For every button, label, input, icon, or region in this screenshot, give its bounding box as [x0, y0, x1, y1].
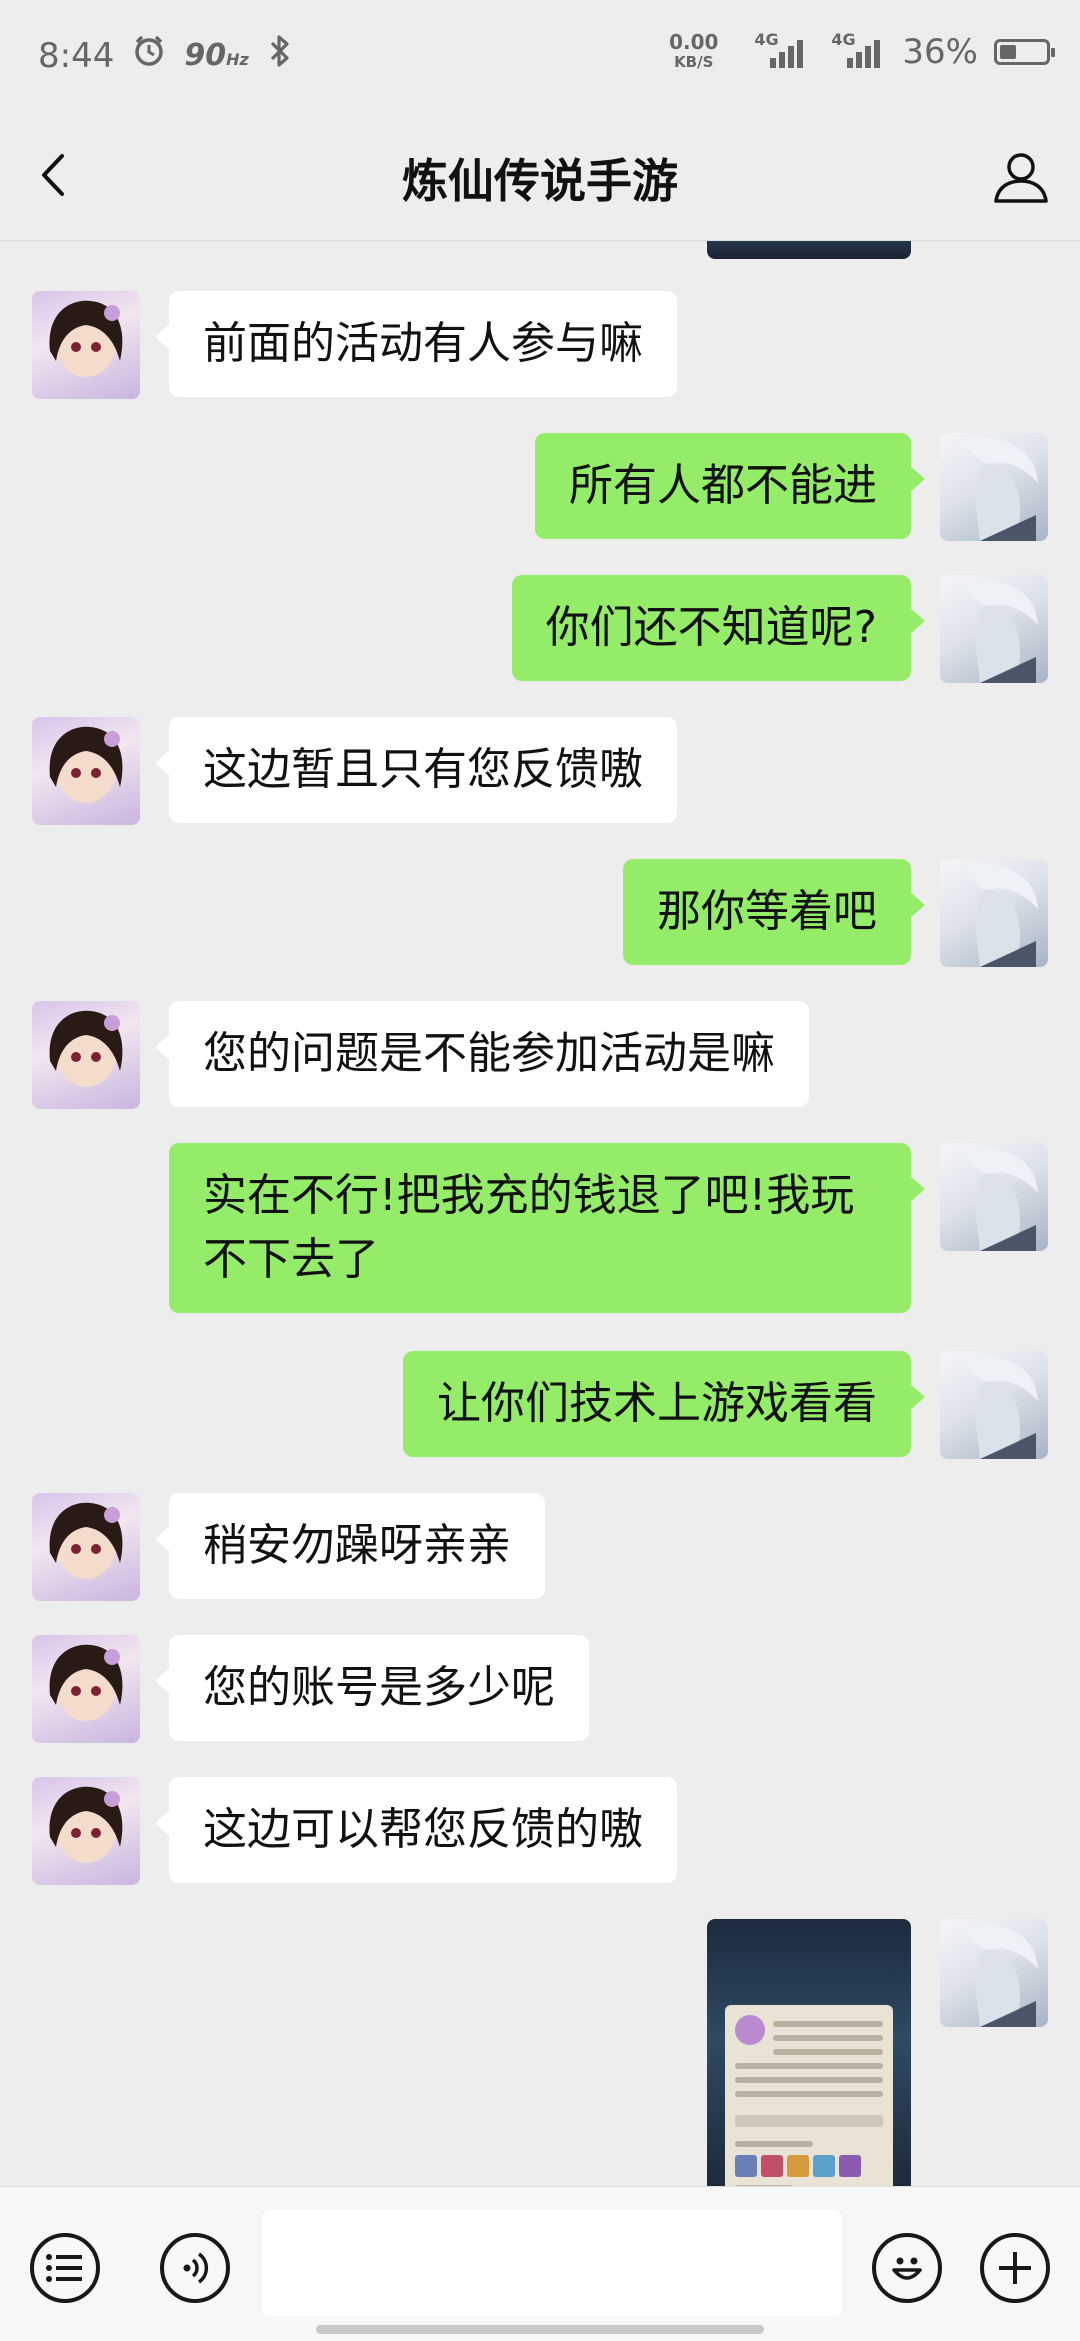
message-bubble-sent[interactable]: 让你们技术上游戏看看: [403, 1351, 925, 1457]
message-bubble-received[interactable]: 这边暂且只有您反馈嗷: [155, 717, 677, 823]
list-menu-icon[interactable]: [30, 2233, 100, 2303]
message-bubble-received[interactable]: 您的问题是不能参加活动是嘛: [155, 1001, 809, 1107]
status-time: 8:44: [38, 35, 115, 76]
alarm-icon: [132, 34, 166, 77]
message-bubble-received[interactable]: 稍安勿躁呀亲亲: [155, 1493, 545, 1599]
avatar[interactable]: [32, 1493, 140, 1601]
avatar[interactable]: [32, 1777, 140, 1885]
avatar[interactable]: [32, 1635, 140, 1743]
avatar[interactable]: [940, 575, 1048, 683]
message-bubble-received[interactable]: 前面的活动有人参与嘛: [155, 291, 677, 397]
message-bubble-sent[interactable]: 那你等着吧: [623, 859, 925, 965]
avatar[interactable]: [32, 291, 140, 399]
message-bubble-sent[interactable]: 实在不行!把我充的钱退了吧!我玩不下去了: [169, 1143, 925, 1313]
game-screenshot-thumbnail: [725, 2005, 893, 2186]
refresh-rate-indicator: 90Hz: [184, 38, 249, 73]
avatar[interactable]: [940, 1351, 1048, 1459]
image-message[interactable]: [707, 1919, 911, 2186]
battery-icon: [994, 39, 1055, 65]
message-bubble-sent[interactable]: 你们还不知道呢?: [511, 575, 926, 681]
avatar[interactable]: [32, 1001, 140, 1109]
voice-icon[interactable]: [160, 2233, 230, 2303]
home-indicator[interactable]: [316, 2325, 764, 2334]
input-bar: [0, 2186, 1080, 2341]
avatar[interactable]: [32, 717, 140, 825]
person-icon[interactable]: [992, 148, 1050, 206]
chat-header: 炼仙传说手游: [0, 110, 1080, 240]
avatar[interactable]: [940, 433, 1048, 541]
message-bubble-sent[interactable]: 所有人都不能进: [535, 433, 925, 539]
battery-percent: 36%: [902, 32, 978, 72]
network-speed: 0.00 KB/S: [669, 30, 719, 71]
avatar[interactable]: [940, 1143, 1048, 1251]
message-bubble-received[interactable]: 这边可以帮您反馈的嗷: [155, 1777, 677, 1883]
avatar[interactable]: [940, 1919, 1048, 2027]
signal-icon: 4G: [831, 30, 881, 68]
image-message-partial[interactable]: [707, 241, 911, 259]
message-input[interactable]: [262, 2210, 842, 2316]
message-list[interactable]: 前面的活动有人参与嘛 所有人都不能进 你们还不知道呢? 这边暂且只有您反馈嗷 那…: [0, 241, 1080, 2186]
bluetooth-icon: [267, 34, 293, 77]
signal-icon: 4G: [754, 30, 804, 68]
avatar[interactable]: [940, 859, 1048, 967]
chat-title: 炼仙传说手游: [402, 154, 678, 208]
message-bubble-received[interactable]: 您的账号是多少呢: [155, 1635, 589, 1741]
status-bar: 8:44 90Hz 0.00 KB/S 4G 4G 36%: [0, 0, 1080, 110]
plus-icon[interactable]: [980, 2233, 1050, 2303]
smiley-icon[interactable]: [872, 2233, 942, 2303]
